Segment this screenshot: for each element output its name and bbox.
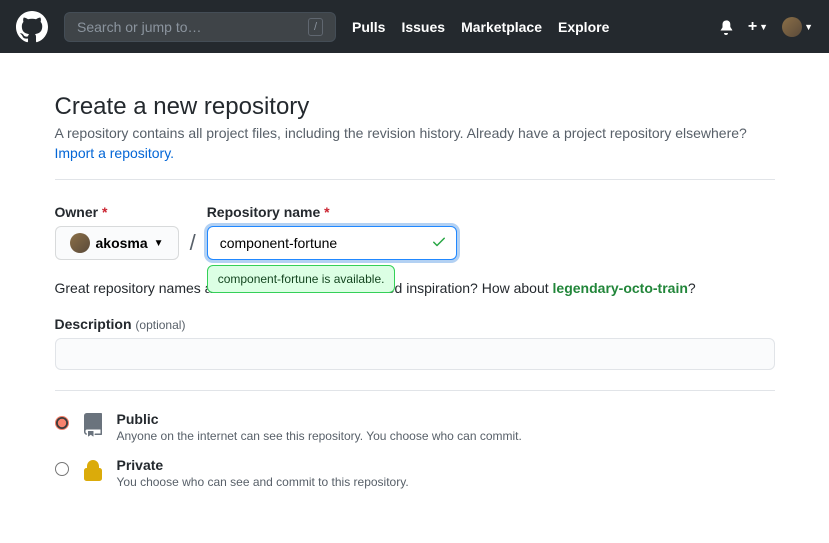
private-title: Private [117, 457, 409, 473]
nav-pulls[interactable]: Pulls [352, 19, 385, 35]
repo-name-input[interactable] [207, 226, 457, 260]
repo-icon [79, 413, 107, 437]
user-menu[interactable]: ▼ [782, 17, 813, 37]
nav-explore[interactable]: Explore [558, 19, 609, 35]
page-title: Create a new repository [55, 93, 775, 121]
nav-issues[interactable]: Issues [401, 19, 445, 35]
visibility-private-row: Private You choose who can see and commi… [55, 457, 775, 489]
private-description: You choose who can see and commit to thi… [117, 475, 409, 489]
private-text: Private You choose who can see and commi… [117, 457, 409, 489]
owner-group: Owner * akosma ▼ [55, 204, 179, 260]
owner-select[interactable]: akosma ▼ [55, 226, 179, 260]
owner-avatar [70, 233, 90, 253]
public-radio[interactable] [55, 416, 69, 430]
lock-icon [79, 459, 107, 483]
check-icon [431, 234, 447, 253]
name-owner-row: Owner * akosma ▼ / Repository name * com… [55, 204, 775, 260]
private-radio[interactable] [55, 462, 69, 476]
slash-shortcut: / [308, 18, 323, 36]
page-subtitle: A repository contains all project files,… [55, 125, 775, 141]
import-repo-link[interactable]: Import a repository. [55, 145, 175, 161]
github-logo[interactable] [16, 11, 48, 43]
main-content: Create a new repository A repository con… [31, 53, 799, 543]
visibility-public-row: Public Anyone on the internet can see th… [55, 411, 775, 443]
avatar [782, 17, 802, 37]
primary-nav: Pulls Issues Marketplace Explore [352, 19, 609, 35]
search-box[interactable]: / [64, 12, 336, 42]
header-actions: +▼ ▼ [718, 17, 813, 37]
description-input[interactable] [55, 338, 775, 370]
description-group: Description (optional) [55, 316, 775, 370]
public-title: Public [117, 411, 522, 427]
divider [55, 179, 775, 180]
caret-down-icon: ▼ [154, 238, 164, 249]
create-new-dropdown[interactable]: +▼ [748, 18, 768, 36]
notifications-icon[interactable] [718, 19, 734, 35]
global-header: / Pulls Issues Marketplace Explore +▼ ▼ [0, 0, 829, 53]
nav-marketplace[interactable]: Marketplace [461, 19, 542, 35]
repo-name-label: Repository name * [207, 204, 457, 220]
public-text: Public Anyone on the internet can see th… [117, 411, 522, 443]
suggestion-link[interactable]: legendary-octo-train [553, 280, 688, 296]
public-description: Anyone on the internet can see this repo… [117, 429, 522, 443]
owner-label: Owner * [55, 204, 179, 220]
owner-repo-separator: / [190, 230, 196, 256]
divider [55, 390, 775, 391]
description-label: Description (optional) [55, 316, 186, 332]
repo-name-group: Repository name * component-fortune is a… [207, 204, 457, 260]
name-hint: Great repository names are short and mem… [55, 280, 775, 296]
search-input[interactable] [77, 19, 308, 35]
owner-name: akosma [96, 235, 148, 251]
availability-tooltip: component-fortune is available. [207, 265, 396, 293]
